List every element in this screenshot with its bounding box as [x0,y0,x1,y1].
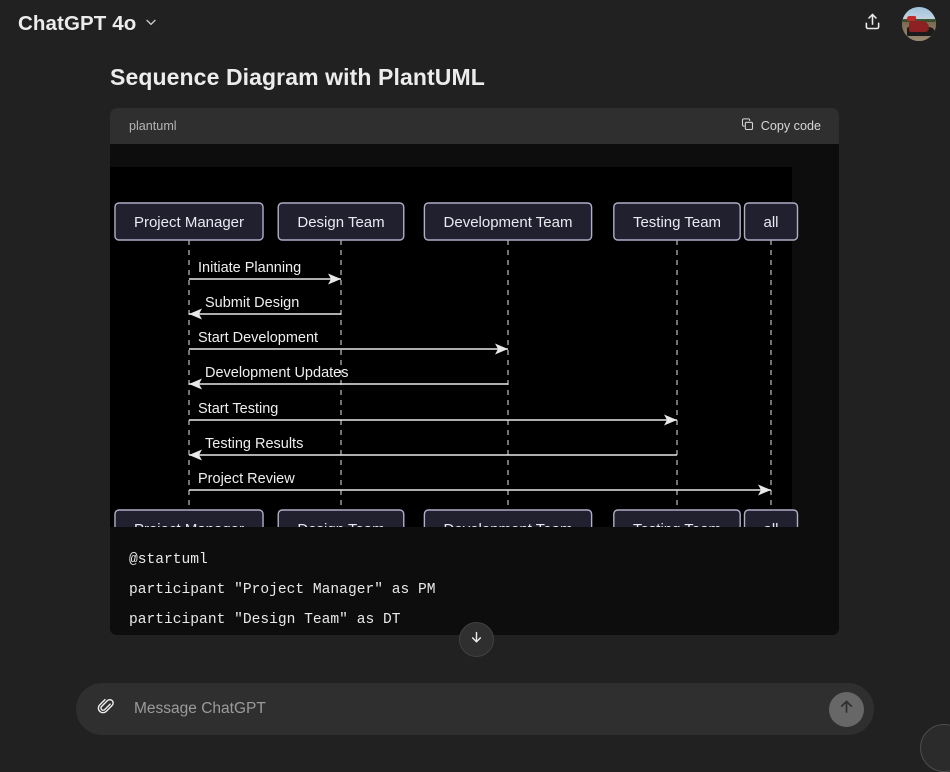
composer-area [0,678,950,772]
participant-boxes-bottom: Project Manager Design Team Development Te… [114,509,799,527]
plantuml-rendered-diagram: Initiate Planning Submit Design Start Deve… [110,144,839,527]
participant-label: Testing Team [633,214,721,231]
participant-boxes-top: Project Manager Design Team Development Te… [114,202,799,241]
avatar[interactable] [902,7,936,41]
participant-box-top: Project Manager [114,202,264,241]
arrow-up-icon [837,697,856,721]
conversation-scroll-area[interactable]: Sequence Diagram with PlantUML plantuml … [0,48,950,678]
top-bar: ChatGPT 4o [0,0,950,48]
scroll-to-bottom-button[interactable] [459,622,494,657]
code-block: plantuml Copy code Initiate Planning Sub… [110,108,839,635]
message-input[interactable] [122,694,829,724]
avatar-motorcycle [909,20,930,33]
share-upload-icon [862,11,883,37]
participant-label: Development Team [444,521,573,527]
send-button[interactable] [829,691,864,727]
model-name-label: ChatGPT 4o [18,12,137,35]
message-composer[interactable] [76,683,874,735]
attach-file-button[interactable] [90,693,122,725]
message-label: Project Review [198,471,295,487]
copy-code-label: Copy code [760,119,821,133]
copy-icon [740,117,755,135]
participant-box-bottom: all [743,509,799,527]
participant-box-bottom: Testing Team [613,509,741,527]
participant-label: Project Manager [134,521,244,527]
paperclip-icon [96,697,116,722]
help-button[interactable] [920,724,950,772]
participant-box-bottom: Development Team [423,509,593,527]
participant-label: Testing Team [633,521,721,527]
participant-box-top: Development Team [423,202,593,241]
message-label: Submit Design [205,295,299,311]
participant-box-bottom: Design Team [277,509,405,527]
arrow-down-icon [468,629,485,651]
assistant-message: Sequence Diagram with PlantUML plantuml … [110,48,840,635]
participant-label: all [763,521,778,527]
participant-label: Project Manager [134,214,244,231]
chevron-down-icon [143,14,159,35]
participant-label: Design Team [297,521,384,527]
participant-label: Design Team [297,214,384,231]
code-block-header: plantuml Copy code [110,108,839,144]
participant-box-bottom: Project Manager [114,509,264,527]
code-language-label: plantuml [129,119,177,133]
copy-code-button[interactable]: Copy code [736,114,825,138]
participant-label: Development Team [444,214,573,231]
message-label: Start Testing [198,401,278,417]
share-button[interactable] [856,8,888,40]
message-label: Development Updates [205,365,348,381]
participant-box-top: Design Team [277,202,405,241]
message-label: Initiate Planning [198,260,301,276]
participant-label: all [763,214,778,231]
top-bar-actions [856,7,936,41]
model-switcher-button[interactable]: ChatGPT 4o [12,8,167,40]
page-title: Sequence Diagram with PlantUML [110,64,485,90]
message-label: Start Development [198,330,318,346]
participant-box-top: Testing Team [613,202,741,241]
message-label: Testing Results [205,436,303,452]
participant-box-top: all [743,202,799,241]
code-source-text[interactable]: @startuml participant "Project Manager" … [110,527,839,635]
sequence-diagram-svg: Initiate Planning Submit Design Start Deve… [110,167,799,527]
